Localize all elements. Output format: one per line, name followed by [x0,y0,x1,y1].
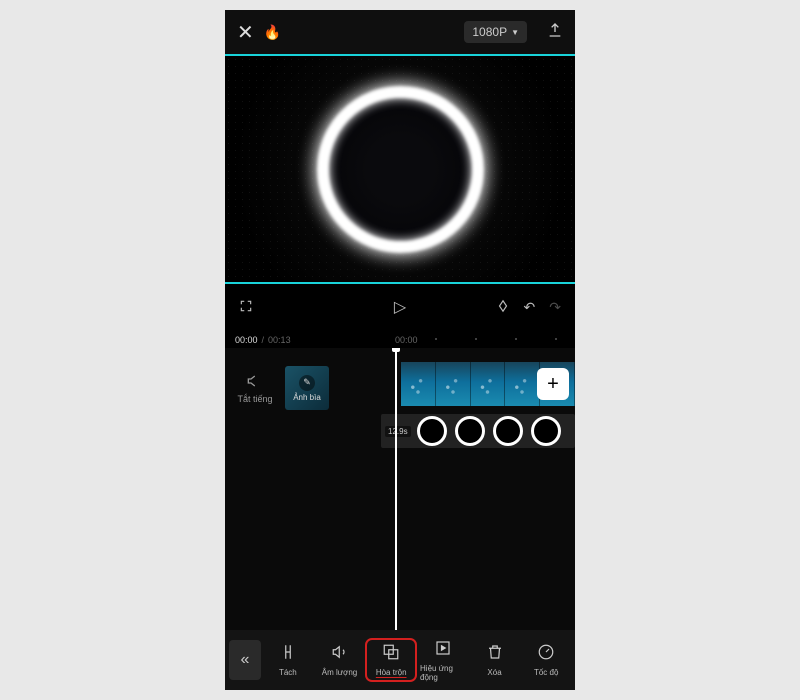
tool-split[interactable]: Tách [263,639,313,681]
tool-label: Hòa trộn [376,668,407,677]
overlay-frame [493,416,523,446]
playhead[interactable] [395,348,397,630]
flame-icon[interactable]: 🔥 [264,24,281,41]
tool-label: Xóa [487,668,501,677]
cover-thumbnail[interactable]: ✎ Ảnh bìa [285,366,329,410]
edit-icon: ✎ [299,375,315,391]
effect-icon [434,639,452,661]
overlay-frame [531,416,561,446]
chevron-left-icon: « [241,651,250,669]
clip-frame [401,362,436,406]
bottom-toolbar: « Tách Âm lượng Hòa trộn Hiệu ứng động [225,630,575,690]
resolution-dropdown[interactable]: 1080P ▼ [464,21,527,43]
tool-speed[interactable]: Tốc độ [521,639,571,681]
clip-frame [436,362,471,406]
resolution-label: 1080P [472,25,507,39]
tool-effect[interactable]: Hiệu ứng động [418,635,468,686]
undo-icon[interactable]: ↶ [524,299,536,316]
back-button[interactable]: « [229,640,261,680]
tool-label: Tách [279,668,297,677]
overlay-clip[interactable]: 12.9s [381,414,575,448]
overlay-frame [417,416,447,446]
play-icon[interactable]: ▷ [394,297,406,317]
close-icon[interactable]: ✕ [237,20,254,45]
blend-icon [382,643,400,665]
mute-toggle[interactable]: Tắt tiếng [225,373,285,404]
trash-icon [486,643,504,665]
tool-label: Hiệu ứng động [420,664,466,682]
speaker-mute-icon [247,373,263,392]
clip-frame [471,362,506,406]
clip-frame [505,362,540,406]
current-time: 00:00 [235,335,258,345]
total-time: 00:13 [268,335,291,345]
export-icon[interactable] [547,22,563,43]
volume-icon [331,643,349,665]
chevron-down-icon: ▼ [511,28,519,37]
video-editor-app: ✕ 🔥 1080P ▼ ▷ ↶ ↷ 00:00 [225,10,575,690]
keyframe-icon[interactable] [496,299,510,316]
timeline[interactable]: Tắt tiếng ✎ Ảnh bìa + 12.9s [225,348,575,630]
redo-icon[interactable]: ↷ [549,299,561,316]
split-icon [279,643,297,665]
speed-icon [537,643,555,665]
tool-label: Âm lượng [322,668,358,677]
plus-icon: + [547,373,559,396]
mute-label: Tắt tiếng [237,394,272,404]
preview-container [225,54,575,284]
overlay-frame [455,416,485,446]
video-preview[interactable] [225,54,575,284]
tool-label: Tốc độ [534,668,558,677]
top-bar: ✕ 🔥 1080P ▼ [225,10,575,54]
tool-volume[interactable]: Âm lượng [315,639,365,681]
tool-blend[interactable]: Hòa trộn [366,639,416,681]
time-ruler[interactable]: 00:00 / 00:13 00:00 [225,330,575,348]
overlay-duration: 12.9s [385,426,411,437]
add-clip-button[interactable]: + [537,368,569,400]
ruler-tick: 00:00 [395,335,418,345]
playback-controls: ▷ ↶ ↷ [225,284,575,330]
cover-label: Ảnh bìa [293,393,321,402]
tool-delete[interactable]: Xóa [470,639,520,681]
preview-content-ring [323,92,478,247]
fullscreen-icon[interactable] [239,299,253,316]
